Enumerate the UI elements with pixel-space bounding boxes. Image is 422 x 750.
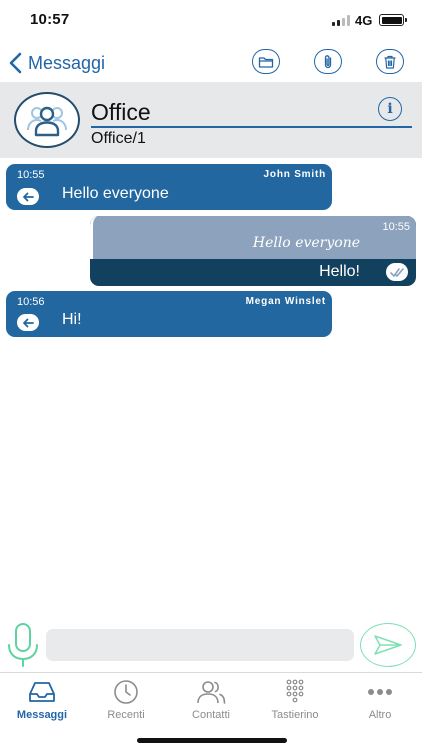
attach-button[interactable]: [314, 49, 342, 74]
contacts-icon: [197, 681, 226, 704]
keypad-icon: [286, 679, 304, 703]
tab-label: Recenti: [107, 709, 145, 721]
arrow-left-icon: [23, 318, 34, 327]
chevron-left-icon: [9, 52, 22, 74]
group-icon: [27, 106, 67, 137]
group-avatar: [14, 92, 80, 148]
status-time: 10:57: [30, 11, 70, 28]
tab-tastierino[interactable]: Tastierino: [253, 679, 337, 723]
tab-altro[interactable]: Altro: [338, 679, 422, 723]
message-text: Hello!: [319, 263, 360, 280]
tab-label: Altro: [368, 709, 392, 721]
tab-contatti[interactable]: Contatti: [169, 679, 253, 723]
home-indicator: [137, 738, 287, 743]
outgoing-message[interactable]: 10:55 Hello everyone Hello!: [90, 216, 416, 286]
message-text: Hello everyone: [62, 185, 169, 202]
folder-button[interactable]: [252, 49, 280, 74]
message-sender: Megan Winslet: [245, 296, 326, 307]
reply-button[interactable]: [17, 188, 39, 205]
microphone-button[interactable]: [6, 622, 40, 668]
trash-icon: [384, 55, 396, 69]
back-label: Messaggi: [28, 52, 106, 73]
tab-recenti[interactable]: Recenti: [84, 679, 168, 723]
clock-icon: [114, 680, 138, 704]
message-sender: John Smith: [263, 169, 326, 180]
quoted-text: Hello everyone: [252, 235, 360, 251]
contact-header: Office Office/1 i: [0, 82, 422, 158]
battery-icon: [379, 14, 407, 26]
send-button[interactable]: [360, 623, 416, 667]
tab-label: Messaggi: [16, 709, 68, 721]
message-time: 10:55: [17, 169, 45, 181]
microphone-icon: [8, 623, 38, 667]
reply-button[interactable]: [17, 314, 39, 331]
info-button[interactable]: i: [378, 97, 402, 121]
back-button[interactable]: Messaggi: [8, 48, 105, 78]
more-icon: [368, 689, 392, 695]
arrow-left-icon: [23, 192, 34, 201]
folder-icon: [258, 56, 274, 68]
contact-divider: [91, 126, 412, 128]
inbox-icon: [29, 682, 55, 702]
message-time: 10:56: [17, 296, 45, 308]
incoming-message[interactable]: 10:55 John Smith Hello everyone: [6, 164, 332, 210]
nav-bar: Messaggi: [0, 44, 422, 82]
network-type: 4G: [355, 13, 373, 28]
paperclip-icon: [324, 54, 332, 68]
contact-subtitle: Office/1: [91, 130, 146, 147]
tab-label: Contatti: [192, 709, 230, 721]
info-icon: i: [387, 101, 393, 117]
tab-label: Tastierino: [271, 709, 319, 721]
signal-icon: [332, 15, 350, 26]
quoted-time: 10:55: [382, 221, 410, 233]
message-text: Hi!: [62, 311, 82, 328]
read-check-icon: [386, 263, 408, 281]
incoming-message[interactable]: 10:56 Megan Winslet Hi!: [6, 291, 332, 337]
quoted-message[interactable]: 10:55 Hello everyone: [90, 216, 416, 259]
delete-button[interactable]: [376, 49, 404, 74]
send-icon: [374, 635, 402, 655]
contact-name: Office: [91, 99, 151, 125]
message-input[interactable]: [46, 629, 354, 661]
status-bar: 10:57 4G: [0, 0, 422, 44]
tab-messaggi[interactable]: Messaggi: [0, 679, 84, 723]
